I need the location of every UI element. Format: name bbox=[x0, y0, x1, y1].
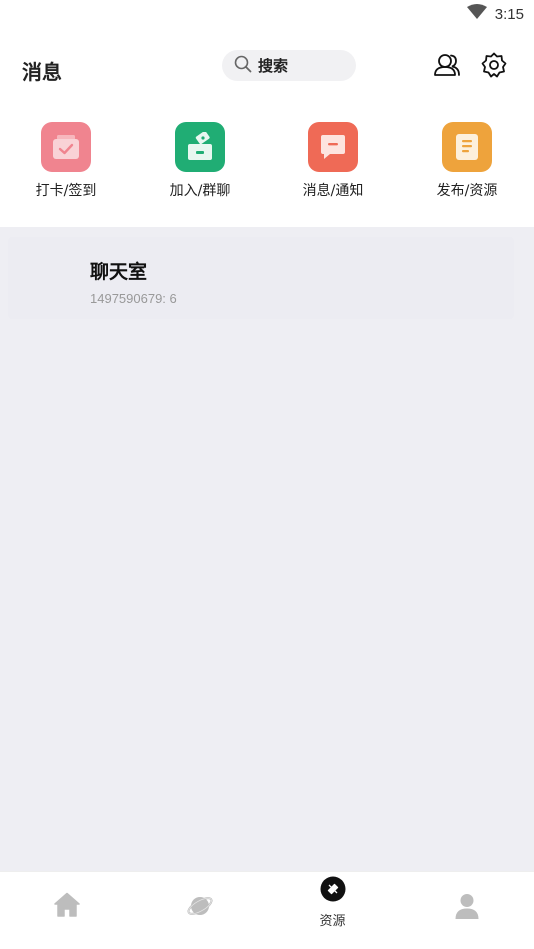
checkin-icon bbox=[41, 122, 91, 172]
action-label: 打卡/签到 bbox=[35, 183, 97, 199]
action-publish[interactable]: 发布/资源 bbox=[412, 122, 522, 200]
messages-screen: 3:15 消息 搜索 打卡/签到 加入/群聊 消息/通知 发布/资源 聊天室 1… bbox=[0, 0, 534, 949]
planet-icon bbox=[186, 892, 214, 924]
quick-actions: 打卡/签到 加入/群聊 消息/通知 发布/资源 bbox=[0, 106, 534, 227]
action-label: 消息/通知 bbox=[302, 183, 364, 199]
nav-profile[interactable] bbox=[400, 872, 533, 949]
page-title: 消息 bbox=[22, 60, 62, 84]
chat-last-message: 1497590679: 6 bbox=[90, 291, 177, 306]
chat-title: 聊天室 bbox=[90, 261, 148, 283]
nav-resources[interactable]: 资源 bbox=[266, 872, 399, 949]
settings-icon[interactable] bbox=[479, 50, 509, 80]
bottom-nav: 资源 bbox=[0, 871, 534, 949]
chat-list-item[interactable]: 聊天室 1497590679: 6 bbox=[8, 237, 514, 319]
search-bar[interactable]: 搜索 bbox=[222, 50, 356, 81]
message-icon bbox=[308, 122, 358, 172]
action-label: 加入/群聊 bbox=[169, 183, 231, 199]
header: 消息 搜索 bbox=[0, 28, 534, 106]
user-icon bbox=[454, 892, 480, 924]
wifi-icon bbox=[466, 4, 487, 24]
status-bar: 3:15 bbox=[0, 0, 534, 28]
search-icon bbox=[234, 55, 252, 77]
action-join-group[interactable]: 加入/群聊 bbox=[145, 122, 255, 200]
action-message[interactable]: 消息/通知 bbox=[278, 122, 388, 200]
join-group-icon bbox=[175, 122, 225, 172]
nav-home[interactable] bbox=[0, 872, 133, 949]
home-icon bbox=[53, 892, 80, 922]
search-label: 搜索 bbox=[258, 57, 289, 75]
nav-label: 资源 bbox=[319, 914, 346, 929]
publish-icon bbox=[442, 122, 492, 172]
status-time: 3:15 bbox=[494, 5, 524, 23]
chat-list: 聊天室 1497590679: 6 bbox=[0, 227, 534, 871]
nav-discover[interactable] bbox=[133, 872, 266, 949]
action-label: 发布/资源 bbox=[436, 183, 498, 199]
action-checkin[interactable]: 打卡/签到 bbox=[11, 122, 121, 200]
resource-icon bbox=[320, 876, 346, 906]
contacts-icon[interactable] bbox=[432, 50, 462, 80]
